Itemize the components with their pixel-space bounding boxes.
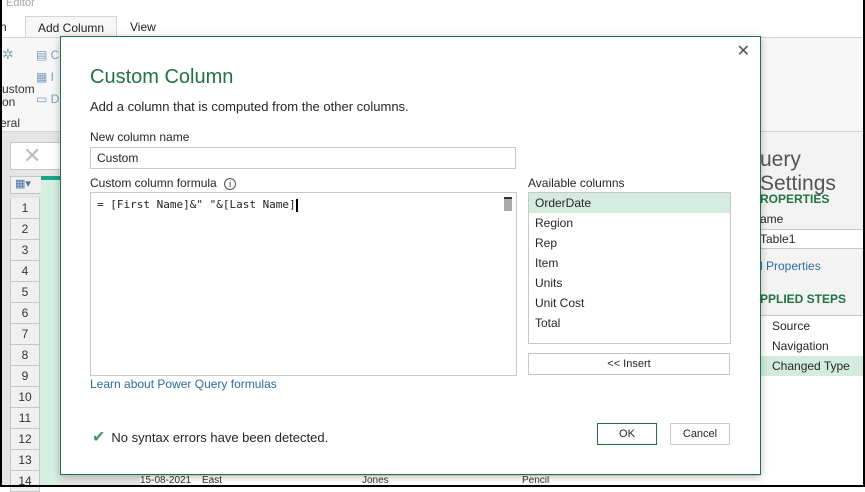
row-number: 11 [10, 408, 40, 429]
duplicate-column-icon[interactable]: ▭ D [36, 92, 59, 106]
column-item[interactable]: Total [529, 313, 730, 333]
syntax-status-text: No syntax errors have been detected. [111, 430, 329, 445]
conditional-column-label: C [50, 48, 60, 62]
partial-row: 15-08-2021 East Jones Pencil [140, 476, 760, 487]
query-settings-pane: uery Settings ROPERTIES ame Table1 l Pro… [760, 132, 865, 487]
applied-steps-header: PPLIED STEPS [760, 292, 847, 306]
row-number: 9 [10, 366, 40, 387]
custom-function-label-1[interactable]: ustom [2, 82, 35, 96]
row-number: 12 [10, 429, 40, 450]
formula-label: Custom column formula [90, 176, 217, 190]
insert-button[interactable]: << Insert [528, 353, 730, 375]
vertical-scrollbar[interactable] [504, 197, 512, 211]
conditional-column-icon[interactable]: ▤ C [36, 48, 59, 62]
row-number: 14 [10, 471, 40, 492]
selected-column[interactable] [41, 176, 61, 487]
row-number: 2 [10, 219, 40, 240]
available-columns-list[interactable]: OrderDate Region Rep Item Units Unit Cos… [528, 192, 731, 344]
column-item[interactable]: Item [529, 253, 730, 273]
available-columns-label: Available columns [528, 176, 625, 190]
cell-region: East [202, 476, 223, 486]
step-navigation[interactable]: Navigation [760, 336, 865, 356]
column-item[interactable]: Region [529, 213, 730, 233]
dialog-title: Custom Column [90, 66, 234, 88]
cell-date: 15-08-2021 [140, 476, 192, 486]
group-label: eral [0, 116, 21, 130]
info-icon[interactable]: i [224, 178, 237, 190]
custom-column-icon: ✲ [2, 46, 14, 62]
duplicate-column-label: D [50, 92, 60, 106]
formula-text: = [First Name]&" "&[Last Name] [97, 198, 296, 211]
name-label: ame [760, 212, 784, 226]
row-number: 13 [10, 450, 40, 471]
tab-view[interactable]: View [130, 16, 156, 38]
row-number: 7 [10, 324, 40, 345]
applied-steps-list: Source Navigation Changed Type [760, 315, 865, 487]
query-name-input[interactable]: Table1 [760, 229, 865, 249]
row-number: 1 [10, 198, 40, 219]
tab-transform[interactable]: n [0, 16, 7, 38]
ok-button[interactable]: OK [597, 423, 657, 445]
index-column-icon[interactable]: ▦ I [36, 70, 54, 84]
cell-rep: Jones [362, 476, 389, 486]
column-item[interactable]: OrderDate [529, 193, 730, 213]
custom-function-label-2[interactable]: on [2, 95, 15, 109]
cancel-button[interactable]: Cancel [670, 423, 730, 445]
step-source[interactable]: Source [760, 316, 865, 336]
checkmark-icon: ✔ [92, 429, 106, 446]
close-icon[interactable]: ✕ [737, 41, 750, 61]
row-number: 8 [10, 345, 40, 366]
custom-column-dialog: ✕ Custom Column Add a column that is com… [60, 36, 761, 475]
column-name-label: New column name [90, 130, 190, 144]
window-title: Editor [0, 0, 865, 14]
column-item[interactable]: Units [529, 273, 730, 293]
row-number: 3 [10, 240, 40, 261]
ribbon-tabs: n Add Column View [0, 14, 865, 38]
formula-editor[interactable]: = [First Name]&" "&[Last Name] [90, 192, 517, 376]
row-number: 5 [10, 282, 40, 303]
formula-label-row: Custom column formula i [90, 176, 237, 190]
text-cursor [295, 198, 298, 212]
column-item[interactable]: Unit Cost [529, 293, 730, 313]
tab-add-column[interactable]: Add Column [25, 16, 118, 38]
row-numbers: 1 2 3 4 5 6 7 8 9 10 11 12 13 14 [10, 198, 40, 492]
all-properties-link[interactable]: l Properties [760, 259, 821, 273]
row-number: 6 [10, 303, 40, 324]
index-column-label: I [50, 70, 55, 84]
properties-header: ROPERTIES [760, 192, 830, 206]
column-name-input[interactable] [90, 147, 516, 169]
learn-formulas-link[interactable]: Learn about Power Query formulas [90, 377, 277, 391]
step-changed-type[interactable]: Changed Type [760, 356, 865, 376]
dialog-subtitle: Add a column that is computed from the o… [90, 99, 409, 114]
row-number: 10 [10, 387, 40, 408]
row-number: 4 [10, 261, 40, 282]
cell-item: Pencil [522, 476, 550, 486]
column-item[interactable]: Rep [529, 233, 730, 253]
query-settings-title: uery Settings [760, 148, 836, 195]
syntax-status: ✔ No syntax errors have been detected. [92, 427, 328, 447]
